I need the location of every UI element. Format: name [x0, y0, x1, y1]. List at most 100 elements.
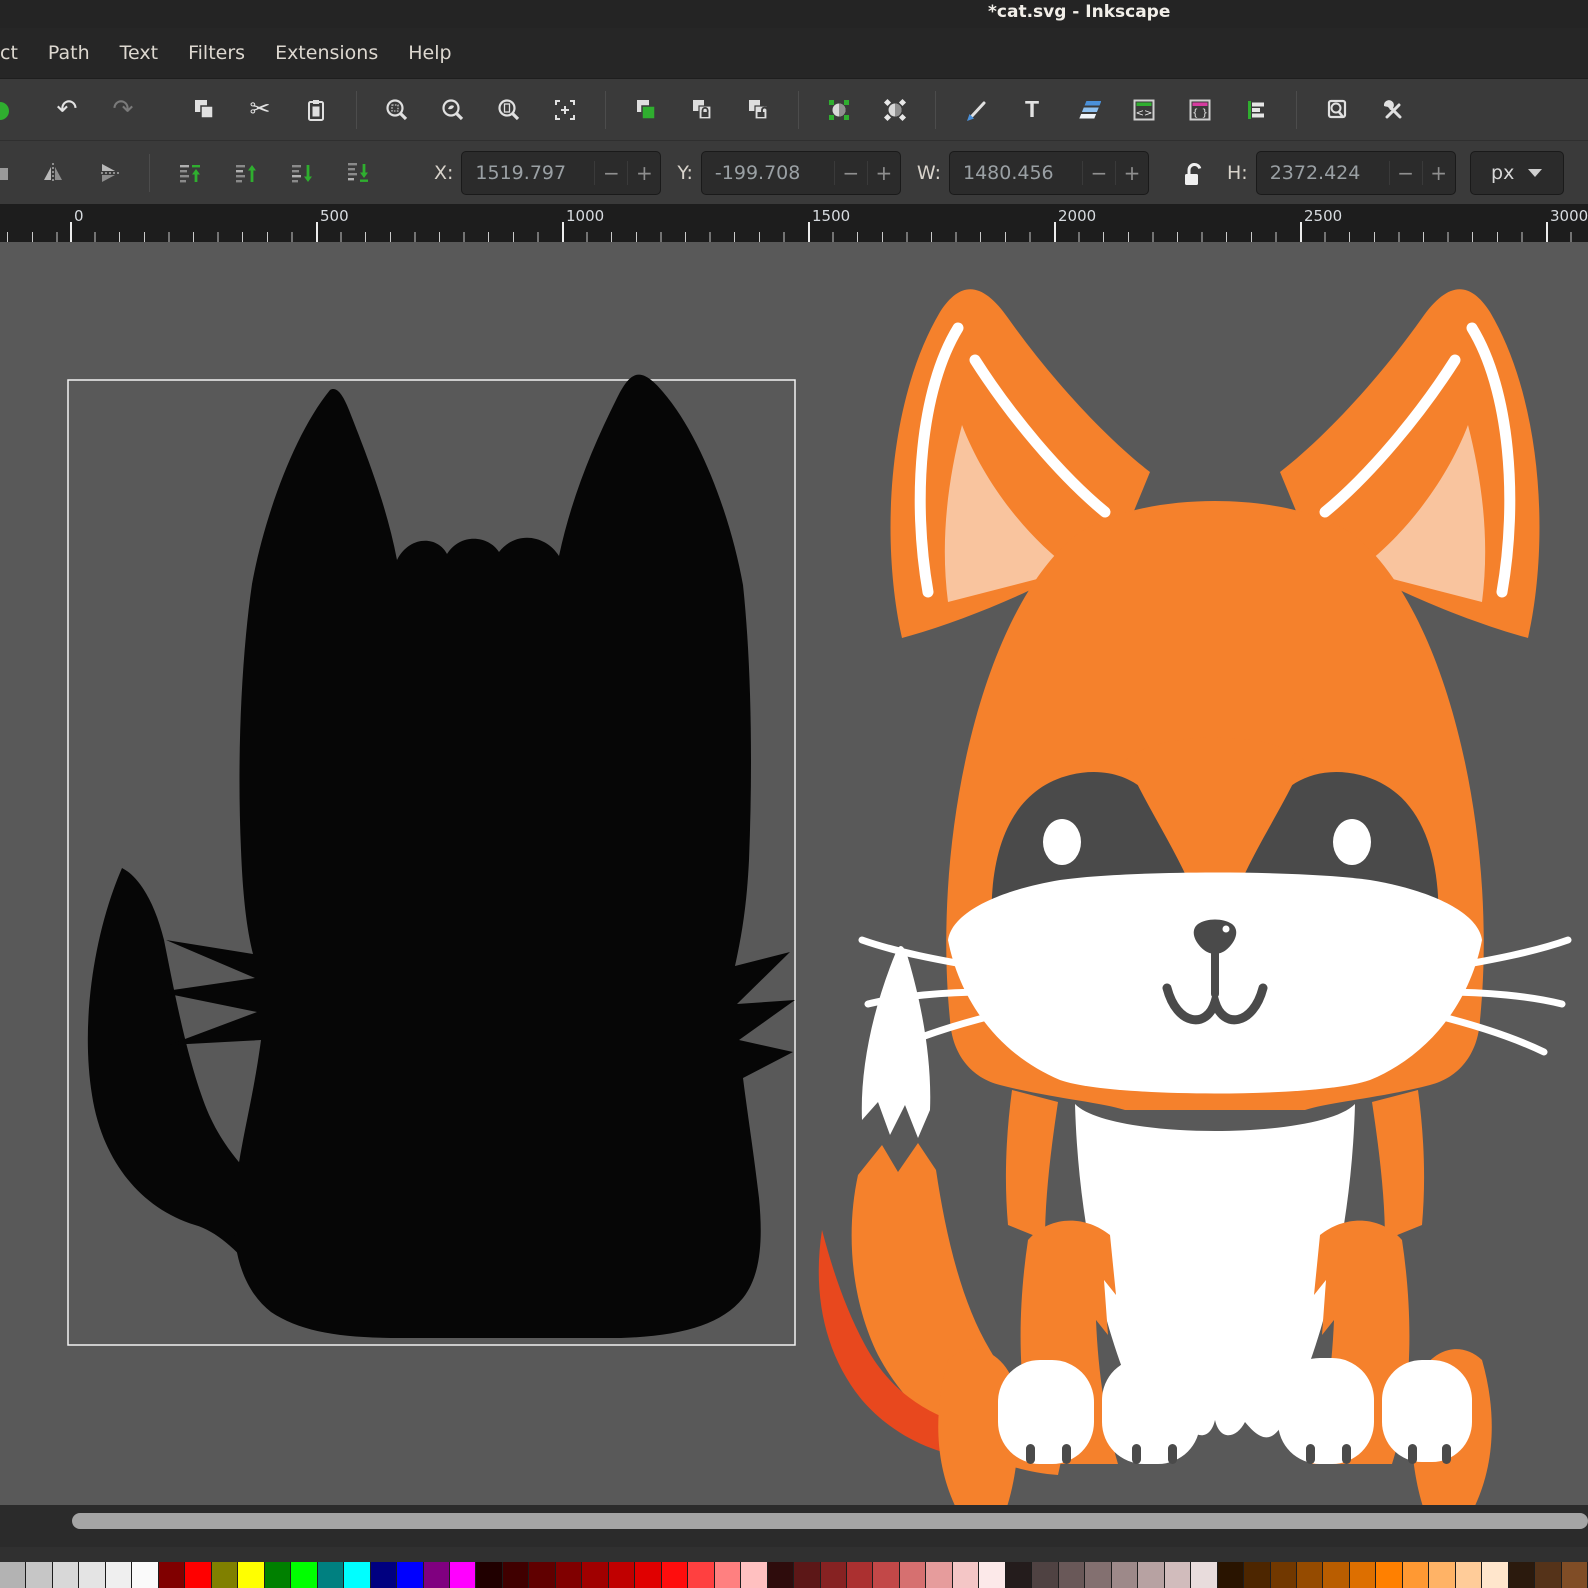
palette-swatch-2[interactable] [52, 1562, 80, 1588]
zoom-page-button[interactable] [486, 87, 532, 133]
duplicate-button[interactable] [181, 87, 227, 133]
lower-to-bottom-button[interactable] [335, 150, 381, 196]
palette-swatch-24[interactable] [635, 1562, 662, 1588]
palette-swatch-49[interactable] [1296, 1562, 1324, 1588]
palette-swatch-41[interactable] [1085, 1562, 1112, 1588]
menu-extensions[interactable]: Extensions [275, 42, 378, 64]
palette-swatch-11[interactable] [291, 1562, 318, 1588]
palette-swatch-44[interactable] [1164, 1562, 1192, 1588]
palette-swatch-47[interactable] [1244, 1562, 1271, 1588]
object-properties-button[interactable]: { } [1177, 87, 1223, 133]
menu-filters[interactable]: Filters [188, 42, 245, 64]
palette-swatch-0[interactable] [0, 1562, 27, 1588]
w-decrement-button[interactable]: − [1081, 160, 1115, 185]
zoom-selection-button[interactable] [374, 87, 420, 133]
group-button[interactable] [623, 87, 669, 133]
palette-swatch-43[interactable] [1138, 1562, 1165, 1588]
palette-swatch-54[interactable] [1429, 1562, 1456, 1588]
scrollbar-thumb[interactable] [72, 1513, 1588, 1529]
raise-button[interactable] [223, 150, 269, 196]
calligraphy-button[interactable] [953, 87, 999, 133]
palette-swatch-40[interactable] [1058, 1562, 1086, 1588]
y-input[interactable]: -199.708 − + [700, 150, 901, 195]
palette-swatch-3[interactable] [79, 1562, 106, 1588]
w-increment-button[interactable]: + [1114, 160, 1148, 185]
palette-swatch-1[interactable] [26, 1562, 53, 1588]
xml-editor-button[interactable]: <> [1121, 87, 1167, 133]
fox-illustration-object[interactable] [818, 289, 1572, 1505]
h-decrement-button[interactable]: − [1388, 160, 1422, 185]
palette-swatch-46[interactable] [1217, 1562, 1245, 1588]
palette-swatch-20[interactable] [529, 1562, 556, 1588]
lock-ratio-button[interactable] [1171, 151, 1211, 195]
text-dialog-button[interactable]: T [1009, 87, 1055, 133]
palette-swatch-19[interactable] [502, 1562, 530, 1588]
raise-to-top-button[interactable] [167, 150, 213, 196]
palette-swatch-38[interactable] [1005, 1562, 1033, 1588]
palette-swatch-56[interactable] [1482, 1562, 1509, 1588]
palette-swatch-5[interactable] [132, 1562, 159, 1588]
zoom-center-page-button[interactable] [542, 87, 588, 133]
palette-swatch-37[interactable] [979, 1562, 1006, 1588]
palette-swatch-45[interactable] [1191, 1562, 1218, 1588]
unit-dropdown[interactable]: px [1469, 150, 1564, 195]
palette-swatch-16[interactable] [423, 1562, 450, 1588]
y-decrement-button[interactable]: − [833, 160, 867, 185]
palette-swatch-8[interactable] [211, 1562, 239, 1588]
lock-button[interactable] [679, 87, 725, 133]
x-decrement-button[interactable]: − [594, 160, 627, 185]
palette-swatch-52[interactable] [1376, 1562, 1403, 1588]
canvas[interactable] [0, 242, 1588, 1505]
node-handles-button[interactable] [872, 87, 918, 133]
palette-swatch-18[interactable] [476, 1562, 503, 1588]
redo-button[interactable]: ↷ [100, 87, 146, 133]
palette-swatch-31[interactable] [820, 1562, 847, 1588]
palette-swatch-29[interactable] [767, 1562, 795, 1588]
lower-button[interactable] [279, 150, 325, 196]
palette-swatch-7[interactable] [185, 1562, 212, 1588]
palette-swatch-36[interactable] [952, 1562, 980, 1588]
palette-swatch-55[interactable] [1455, 1562, 1483, 1588]
palette-swatch-22[interactable] [582, 1562, 609, 1588]
palette-swatch-32[interactable] [847, 1562, 874, 1588]
cut-button[interactable]: ✂ [237, 87, 283, 133]
palette-swatch-27[interactable] [714, 1562, 742, 1588]
palette-swatch-34[interactable] [899, 1562, 927, 1588]
x-increment-button[interactable]: + [627, 160, 660, 185]
palette-swatch-33[interactable] [873, 1562, 900, 1588]
zoom-drawing-button[interactable] [430, 87, 476, 133]
palette-swatch-14[interactable] [370, 1562, 398, 1588]
palette-swatch-15[interactable] [397, 1562, 424, 1588]
transform-handles-button[interactable] [816, 87, 862, 133]
palette-swatch-23[interactable] [608, 1562, 636, 1588]
h-input[interactable]: 2372.424 − + [1255, 150, 1456, 195]
palette-swatch-4[interactable] [105, 1562, 133, 1588]
preferences-button[interactable] [1370, 87, 1416, 133]
palette-swatch-6[interactable] [158, 1562, 186, 1588]
x-input[interactable]: 1519.797 − + [461, 150, 662, 195]
palette-swatch-50[interactable] [1323, 1562, 1350, 1588]
palette-swatch-59[interactable] [1561, 1562, 1588, 1588]
palette-swatch-17[interactable] [449, 1562, 477, 1588]
align-distribute-button[interactable] [1233, 87, 1279, 133]
palette-swatch-13[interactable] [344, 1562, 371, 1588]
palette-swatch-21[interactable] [555, 1562, 583, 1588]
palette-swatch-30[interactable] [794, 1562, 821, 1588]
palette-swatch-58[interactable] [1535, 1562, 1562, 1588]
palette-swatch-48[interactable] [1270, 1562, 1297, 1588]
palette-swatch-10[interactable] [264, 1562, 292, 1588]
menu-ct[interactable]: ct [0, 42, 18, 64]
menu-path[interactable]: Path [48, 42, 90, 64]
layers-dialog-button[interactable] [1065, 87, 1111, 133]
find-replace-button[interactable] [1314, 87, 1360, 133]
menu-text[interactable]: Text [120, 42, 158, 64]
palette-swatch-57[interactable] [1508, 1562, 1536, 1588]
undo-button[interactable]: ↶ [44, 87, 90, 133]
palette-swatch-51[interactable] [1349, 1562, 1377, 1588]
horizontal-ruler[interactable]: 0 500 1000 1500 2000 2500 3000 [0, 204, 1588, 242]
h-increment-button[interactable]: + [1421, 160, 1455, 185]
w-input[interactable]: 1480.456 − + [948, 150, 1149, 195]
cat-silhouette-object[interactable] [87, 374, 795, 1338]
horizontal-scrollbar[interactable] [0, 1505, 1588, 1547]
palette-swatch-35[interactable] [926, 1562, 953, 1588]
